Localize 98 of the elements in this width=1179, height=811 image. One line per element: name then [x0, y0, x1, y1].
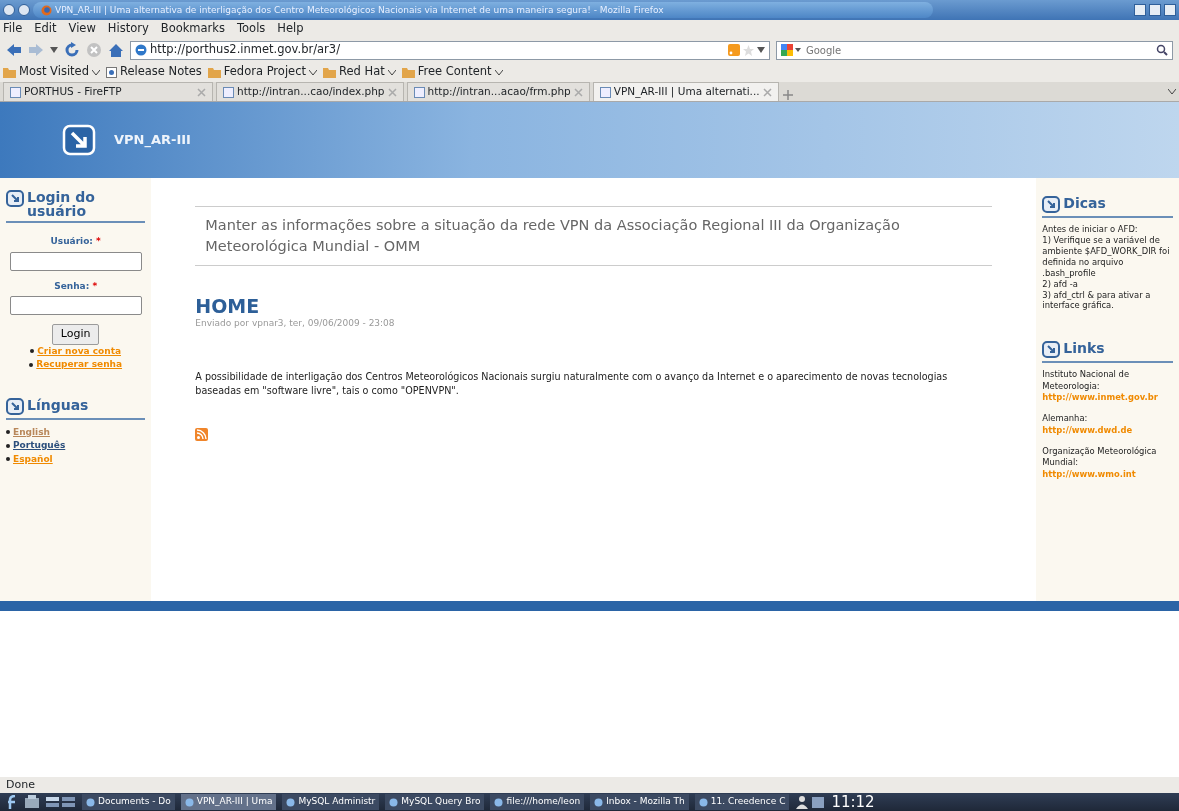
search-icon[interactable]	[1156, 44, 1168, 56]
folder-icon	[3, 66, 16, 78]
app-icon	[86, 797, 95, 807]
taskbar-label: MySQL Query Bro	[401, 795, 481, 809]
bullet-icon	[6, 457, 10, 462]
tab-list-caret-icon[interactable]	[1168, 89, 1176, 94]
taskbar-item[interactable]: MySQL Query Bro	[385, 794, 485, 810]
sidebar-heading: Línguas	[27, 397, 89, 412]
back-icon[interactable]	[6, 43, 22, 57]
tab-label: PORTHUS - FireFTP	[24, 84, 122, 100]
bookmark-item[interactable]: Release Notes	[106, 63, 202, 81]
clock-text: 11:12	[831, 791, 875, 811]
menu-item[interactable]: File	[3, 20, 23, 38]
window-menu-icon[interactable]	[3, 4, 15, 16]
close-icon[interactable]	[1164, 4, 1176, 16]
tab-label: VPN_AR-III | Uma alternati...	[613, 84, 760, 100]
address-field[interactable]: http://porthus2.inmet.gov.br/ar3/	[130, 40, 770, 60]
bullet-icon	[29, 362, 34, 367]
start-menu-icon[interactable]	[6, 795, 18, 809]
taskbar-label: 11. Creedence C	[710, 795, 786, 809]
app-icon	[389, 797, 399, 807]
taskbar-label: MySQL Administr	[298, 795, 376, 809]
app-icon	[494, 797, 504, 807]
sidebar-heading: Links	[1063, 341, 1105, 356]
field-label: Usuário: *	[50, 235, 101, 248]
desktop-pager-icon[interactable]	[46, 796, 76, 808]
site-logo-icon[interactable]	[62, 124, 96, 156]
folder-icon	[323, 66, 336, 78]
taskbar-item[interactable]: Documents - Do	[82, 794, 175, 810]
menu-item[interactable]: Help	[277, 20, 304, 38]
window-title: VPN_AR-III | Uma alternativa de interligação dos Centro Meteorológicos Nacionais via Internet de uma maneira segura! - Mozilla Firefox	[55, 4, 664, 17]
link-text: Alemanha: http://www.dwd.de	[1042, 413, 1134, 437]
bookmark-item[interactable]: Most Visited	[3, 63, 100, 81]
input-field[interactable]	[9, 296, 142, 315]
browser-tab[interactable]: PORTHUS - FireFTP	[3, 82, 213, 101]
taskbar-label: Documents - Do	[98, 795, 171, 809]
app-icon	[184, 797, 194, 807]
file-manager-icon[interactable]	[24, 795, 40, 809]
link-text: Instituto Nacional de Meteorologia: http://www.inmet.gov.br	[1042, 369, 1159, 404]
url-text: http://porthus2.inmet.gov.br/ar3/	[150, 41, 341, 59]
status-text: Done	[6, 776, 35, 793]
dropdown-caret-icon[interactable]	[757, 47, 765, 53]
home-icon[interactable]	[108, 42, 124, 58]
taskbar-item[interactable]: 11. Creedence C	[694, 794, 790, 810]
maximize-icon[interactable]	[1149, 4, 1161, 16]
folder-icon	[207, 66, 221, 78]
firefox-icon	[41, 4, 52, 16]
menu-item[interactable]: History	[107, 20, 149, 38]
taskbar-item[interactable]: Inbox - Mozilla Th	[590, 794, 689, 810]
bookmark-item[interactable]: Free Content	[401, 63, 503, 81]
taskbar-label: file:///home/leon	[506, 795, 581, 809]
sidebar-heading: Dicas	[1063, 196, 1106, 210]
star-icon[interactable]	[743, 44, 754, 56]
app-icon	[594, 797, 604, 807]
menu-item[interactable]: Tools	[237, 20, 266, 38]
user-icon[interactable]	[795, 795, 826, 809]
menu-item[interactable]: View	[68, 20, 96, 38]
search-input[interactable]: Google	[806, 42, 1153, 58]
tip-text: Antes de iniciar o AFD:	[1042, 224, 1139, 235]
search-field[interactable]: Google	[776, 40, 1173, 60]
submitted-text: Enviado por vpnar3, ter, 09/06/2009 - 23:08	[195, 316, 396, 330]
tip-text: 2) afd -a	[1042, 278, 1079, 290]
field-label: Senha: *	[54, 279, 98, 293]
app-icon	[286, 797, 296, 807]
bullet-icon	[6, 430, 10, 435]
reload-icon[interactable]	[64, 42, 80, 58]
search-engine-icon[interactable]	[781, 44, 803, 56]
taskbar-label: Inbox - Mozilla Th	[606, 795, 685, 809]
taskbar-item[interactable]: VPN_AR-III | Uma	[180, 794, 277, 810]
tab-label: http://intran...cao/index.php	[237, 84, 385, 100]
input-field[interactable]	[9, 251, 142, 271]
tab-label: http://intran...acao/frm.php	[427, 84, 571, 100]
mission-text: Manter as informações sobre a situação da rede VPN da Associação Regional III da Organização Meteorológica Mundial - OMM	[195, 206, 993, 267]
menu-item[interactable]: Edit	[34, 20, 57, 38]
language-link[interactable]: Português	[13, 439, 66, 453]
bullet-icon	[6, 443, 10, 448]
bookmark-item[interactable]: Red Hat	[323, 63, 396, 81]
browser-tab[interactable]: http://intran...acao/frm.php	[406, 82, 590, 101]
menu-item[interactable]: Bookmarks	[160, 20, 225, 38]
bullet-icon	[30, 349, 35, 354]
taskbar-item[interactable]: MySQL Administr	[282, 794, 380, 810]
browser-tab[interactable]: VPN_AR-III | Uma alternati...	[592, 82, 779, 101]
tip-text: 1) Verifique se a variável de ambiente $AFD_WORK_DIR foi definida no arquivo .bash_profile	[1042, 234, 1171, 279]
app-icon	[698, 797, 708, 807]
taskbar-item[interactable]: file:///home/leon	[490, 794, 585, 810]
tip-text: 3) afd_ctrl & para ativar a interface gráfica.	[1042, 289, 1152, 312]
folder-icon	[401, 66, 415, 78]
login-button[interactable]: Login	[51, 324, 100, 345]
browser-tab[interactable]: http://intran...cao/index.php	[216, 82, 404, 101]
bookmark-item[interactable]: Fedora Project	[207, 63, 317, 81]
window-shade-icon[interactable]	[18, 4, 30, 16]
link-text: Organização Meteorológica Mundial: http://www.wmo.int	[1042, 446, 1158, 481]
sidebar-heading: Login do usuário	[27, 190, 96, 218]
node-title[interactable]: HOME	[195, 296, 993, 317]
history-caret-icon[interactable]	[50, 47, 58, 53]
body-text: A possibilidade de interligação dos Centros Meteorológicos Nacionais surgiu naturalmente com o avanço da Internet e o aparecimento de novas tecnologias baseadas em "software livre", tais o como "OPENVPN".	[195, 370, 949, 399]
taskbar-label: VPN_AR-III | Uma	[196, 795, 273, 809]
minimize-icon[interactable]	[1134, 4, 1146, 16]
